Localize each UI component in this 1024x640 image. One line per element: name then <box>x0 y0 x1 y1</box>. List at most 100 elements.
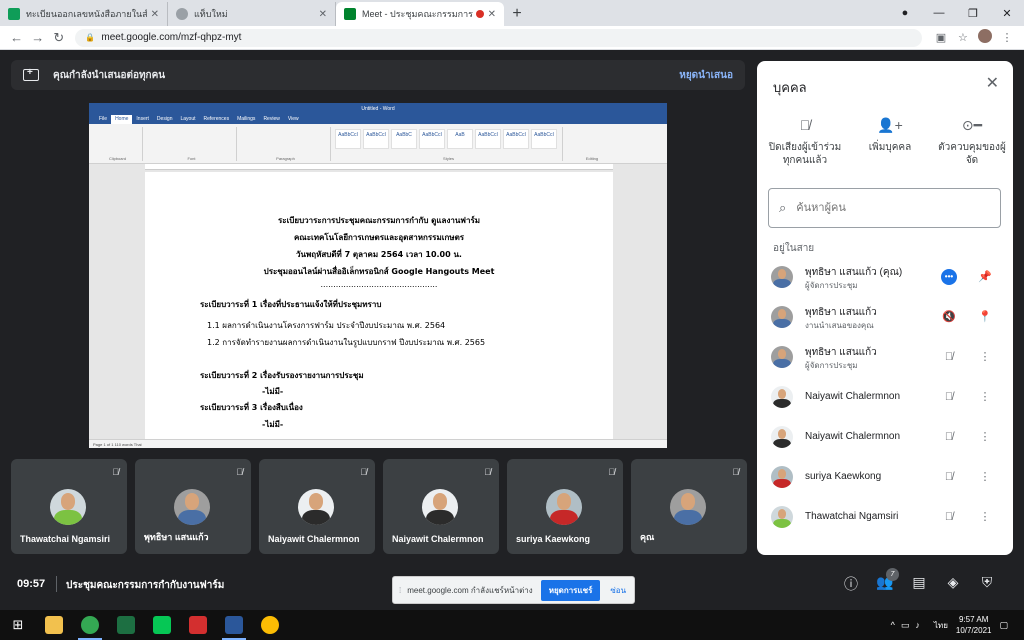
search-people-field[interactable]: ⌕ <box>768 188 1001 228</box>
style-preview: AaBbCcI <box>363 129 389 149</box>
participant-row[interactable]: พุทธิษา แสนแก้ว ผู้จัดการประชุม 🎙̸ ⋮ <box>757 337 1013 377</box>
chrome-taskbar-icon[interactable] <box>72 610 108 640</box>
mic-off-icon[interactable]: 🎙̸ <box>941 349 957 365</box>
participant-row[interactable]: พุทธิษา แสนแก้ว (คุณ) ผู้จัดการประชุม ••… <box>757 257 1013 297</box>
avatar <box>771 506 793 528</box>
host-controls-icon[interactable]: ⛨ <box>970 574 1004 594</box>
app-swatch <box>117 616 135 634</box>
mic-off-icon: 🎙̸ <box>236 467 243 477</box>
activities-icon[interactable]: ◈ <box>936 574 970 594</box>
volume-off-icon[interactable]: 🔇 <box>941 309 957 325</box>
more-vert-icon[interactable]: ⋮ <box>977 429 993 445</box>
more-vert-icon[interactable]: ⋮ <box>977 509 993 525</box>
ribbon-group-font: Font <box>147 127 237 161</box>
stop-sharing-button[interactable]: หยุดการแชร์ <box>540 579 601 601</box>
unpin-icon[interactable]: 📍 <box>977 309 993 325</box>
url-field[interactable]: 🔒 meet.google.com/mzf-qhpz-myt <box>75 28 922 47</box>
network-icon[interactable]: ▭ <box>901 620 910 631</box>
participant-tile[interactable]: 🎙̸ Thawatchai Ngamsiri <box>11 459 127 554</box>
mic-off-icon[interactable]: 🎙̸ <box>941 469 957 485</box>
browser-tab-meet[interactable]: Meet - ประชุมคณะกรรมการกำกับ ✕ <box>336 2 504 26</box>
more-options-icon[interactable]: ••• <box>941 269 957 285</box>
style-preview: AaBbC <box>391 129 417 149</box>
close-icon[interactable]: ✕ <box>151 9 159 20</box>
participant-tile-self[interactable]: 🎙̸ คุณ <box>631 459 747 554</box>
hide-notice-button[interactable]: ซ่อน <box>610 584 626 597</box>
mic-off-icon[interactable]: 🎙̸ <box>941 509 957 525</box>
participant-row[interactable]: พุทธิษา แสนแก้ว งานนำเสนอของคุณ 🔇 📍 <box>757 297 1013 337</box>
word-menu-file: File <box>99 116 108 122</box>
people-count-badge: 7 <box>886 568 899 581</box>
pin-icon[interactable]: 📌 <box>977 269 993 285</box>
more-vert-icon[interactable]: ⋮ <box>977 389 993 405</box>
style-preview: AaBbCcI <box>335 129 361 149</box>
ribbon-group-editing: Editing <box>585 156 599 161</box>
add-people-button[interactable]: 👤+ เพิ่มบุคคล <box>860 118 920 154</box>
chrome-2-taskbar-icon[interactable] <box>252 610 288 640</box>
windows-start-icon[interactable]: ⊞ <box>0 617 36 633</box>
show-hidden-icons[interactable]: ^ <box>891 620 895 630</box>
mic-off-icon[interactable]: 🎙̸ <box>941 429 957 445</box>
new-tab-button[interactable]: + <box>504 2 530 26</box>
input-language[interactable]: ไทย <box>934 619 948 632</box>
mic-off-icon[interactable]: 🎙̸ <box>941 389 957 405</box>
lock-icon[interactable]: 🔒 <box>85 33 95 42</box>
word-menu-view: View <box>287 116 299 122</box>
more-vert-icon[interactable]: ⋮ <box>977 469 993 485</box>
participant-tile[interactable]: 🎙̸ suriya Kaewkong <box>507 459 623 554</box>
back-icon[interactable]: ← <box>6 30 27 45</box>
mic-off-icon: 🎙̸ <box>732 467 739 477</box>
stop-presenting-button[interactable]: หยุดนำเสนอ <box>679 68 733 83</box>
panel-title: บุคคล <box>773 80 807 95</box>
participant-row[interactable]: Naiyawit Chalermnon 🎙̸ ⋮ <box>757 417 1013 457</box>
app-swatch <box>225 616 243 634</box>
taskbar-clock[interactable]: 9:57 AM 10/7/2021 <box>956 614 992 636</box>
line-taskbar-icon[interactable] <box>144 610 180 640</box>
participant-tile[interactable]: 🎙̸ Naiyawit Chalermnon <box>259 459 375 554</box>
close-panel-icon[interactable]: ✕ <box>986 73 999 93</box>
people-icon[interactable]: 👥 7 <box>868 568 902 594</box>
participant-role: ผู้จัดการประชุม <box>805 281 858 290</box>
acrobat-taskbar-icon[interactable] <box>180 610 216 640</box>
recording-icon <box>475 10 484 18</box>
close-window-icon[interactable]: ✕ <box>990 7 1024 20</box>
browser-tab-bar: ทะเบียนออกเลขหนังสือภายในสำนักงาน ✕ แท็บ… <box>0 0 1024 26</box>
avatar <box>546 489 582 525</box>
menu-dots-icon[interactable]: ⋮ <box>996 31 1018 44</box>
excel-taskbar-icon[interactable] <box>108 610 144 640</box>
avatar <box>771 306 793 328</box>
doc-heading-3: วันพฤหัสบดีที่ 7 ตุลาคม 2564 เวลา 10.00 … <box>296 250 462 259</box>
minimize-icon[interactable]: — <box>922 7 956 19</box>
profile-menu-icon[interactable]: ● <box>888 7 922 19</box>
notifications-icon[interactable]: ▢ <box>999 620 1008 631</box>
volume-icon[interactable]: ♪ <box>915 620 920 630</box>
maximize-icon[interactable]: ❐ <box>956 7 990 20</box>
search-input[interactable] <box>796 202 977 214</box>
close-icon[interactable]: ✕ <box>319 9 327 20</box>
participant-tile[interactable]: 🎙̸ พุทธิษา แสนแก้ว <box>135 459 251 554</box>
participant-row[interactable]: Thawatchai Ngamsiri 🎙̸ ⋮ <box>757 497 1013 537</box>
browser-tab-new[interactable]: แท็บใหม่ ✕ <box>168 2 336 26</box>
word-menu-design: Design <box>156 116 173 122</box>
file-explorer-icon[interactable] <box>36 610 72 640</box>
participant-name: พุทธิษา แสนแก้ว (คุณ) <box>805 267 903 278</box>
profile-avatar[interactable] <box>974 29 996 46</box>
close-icon[interactable]: ✕ <box>488 9 496 20</box>
bookmark-star-icon[interactable]: ☆ <box>952 31 974 44</box>
more-vert-icon[interactable]: ⋮ <box>977 349 993 365</box>
host-controls-button[interactable]: ⊙━ ตัวควบคุมของผู้จัด <box>937 118 1007 167</box>
word-taskbar-icon[interactable] <box>216 610 252 640</box>
participant-role: ผู้จัดการประชุม <box>805 361 858 370</box>
participant-tile[interactable]: 🎙̸ Naiyawit Chalermnon <box>383 459 499 554</box>
participant-row[interactable]: Naiyawit Chalermnon 🎙̸ ⋮ <box>757 377 1013 417</box>
browser-tab-sheets[interactable]: ทะเบียนออกเลขหนังสือภายในสำนักงาน ✕ <box>0 2 168 26</box>
tab-label: แท็บใหม่ <box>194 9 228 19</box>
cast-icon[interactable]: ▣ <box>930 31 952 44</box>
drag-handle-icon[interactable]: ⁞ <box>399 586 401 595</box>
reload-icon[interactable]: ↻ <box>48 30 69 46</box>
chat-icon[interactable]: ▤ <box>902 574 936 594</box>
forward-icon[interactable]: → <box>27 30 48 45</box>
meeting-details-icon[interactable]: ⓘ <box>834 574 868 594</box>
participant-row[interactable]: suriya Kaewkong 🎙̸ ⋮ <box>757 457 1013 497</box>
mute-all-button[interactable]: 🎙̸ ปิดเสียงผู้เข้าร่วมทุกคนแล้ว <box>765 118 845 167</box>
